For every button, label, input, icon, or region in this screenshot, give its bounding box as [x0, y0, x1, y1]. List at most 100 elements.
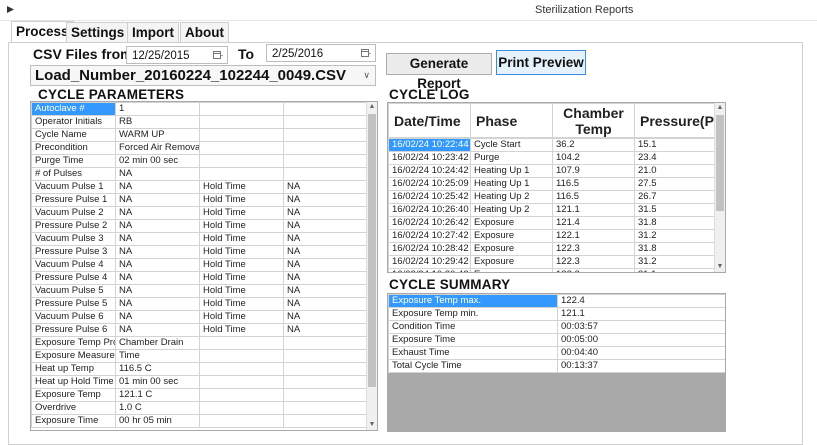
table-cell[interactable]: Exposure	[470, 216, 553, 230]
table-cell[interactable]: 00 hr 05 min	[115, 414, 200, 428]
table-cell[interactable]	[199, 141, 284, 155]
table-cell[interactable]: 107.9	[552, 164, 635, 178]
parameter-row[interactable]: Heat up Hold Time 01 min 00 sec	[31, 375, 369, 389]
table-cell[interactable]: Heat up Hold Time	[31, 375, 116, 389]
table-cell[interactable]: 16/02/24 10:27:42	[388, 229, 471, 243]
table-cell[interactable]: 121.1	[552, 203, 635, 217]
table-cell[interactable]	[283, 167, 369, 181]
table-cell[interactable]: Hold Time	[199, 258, 284, 272]
table-cell[interactable]: Hold Time	[199, 284, 284, 298]
cycle-log-scrollbar[interactable]: ▲ ▼	[714, 103, 725, 272]
table-cell[interactable]: NA	[283, 219, 369, 233]
table-cell[interactable]: Hold Time	[199, 232, 284, 246]
table-cell[interactable]	[199, 401, 284, 415]
table-cell[interactable]: Pressure Pulse 4	[31, 271, 116, 285]
table-cell[interactable]	[199, 115, 284, 129]
table-cell[interactable]	[199, 414, 284, 428]
table-cell[interactable]: Hold Time	[199, 193, 284, 207]
table-cell[interactable]	[283, 401, 369, 415]
table-cell[interactable]: 16/02/24 10:30:42	[388, 268, 471, 272]
tab-process[interactable]: Process	[11, 21, 74, 43]
table-cell[interactable]: Exposure Temp	[31, 388, 116, 402]
table-cell[interactable]: Heating Up 2	[470, 203, 553, 217]
table-cell[interactable]: NA	[283, 310, 369, 324]
parameter-row[interactable]: Pressure Pulse 6 NA Hold Time NA	[31, 323, 369, 337]
table-cell[interactable]: Exposure Temp min.	[388, 307, 558, 321]
log-row[interactable]: 16/02/24 10:25:09 Heating Up 1 116.5 27.5	[388, 177, 717, 191]
table-cell[interactable]: Exposure Temp Pro...	[31, 336, 116, 350]
scroll-down-icon[interactable]: ▼	[367, 420, 377, 430]
table-cell[interactable]: Exposure Time	[31, 414, 116, 428]
table-cell[interactable]: Pressure Pulse 3	[31, 245, 116, 259]
table-cell[interactable]: Purge Time	[31, 154, 116, 168]
table-cell[interactable]: Exhaust Time	[388, 346, 558, 360]
table-cell[interactable]: 1	[115, 102, 200, 116]
table-cell[interactable]: 16/02/24 10:25:42	[388, 190, 471, 204]
table-cell[interactable]	[283, 375, 369, 389]
table-cell[interactable]: Exposure Temp max.	[388, 294, 558, 308]
print-preview-button[interactable]: Print Preview	[496, 50, 586, 75]
table-cell[interactable]: Hold Time	[199, 271, 284, 285]
parameter-row[interactable]: # of Pulses NA	[31, 167, 369, 181]
table-cell[interactable]: Vacuum Pulse 3	[31, 232, 116, 246]
column-header[interactable]: Date/Time	[388, 103, 471, 138]
parameter-row[interactable]: Vacuum Pulse 3 NA Hold Time NA	[31, 232, 369, 246]
table-cell[interactable]: 31.2	[634, 229, 717, 243]
csv-file-dropdown[interactable]: Load_Number_20160224_102244_0049.CSV ∨	[30, 65, 376, 86]
table-cell[interactable]: NA	[283, 206, 369, 220]
table-cell[interactable]: NA	[115, 180, 200, 194]
table-cell[interactable]: NA	[283, 193, 369, 207]
cycle-log-grid[interactable]: Date/Time Phase Chamber Temp Pressure(PS 16…	[387, 102, 726, 273]
table-cell[interactable]: 16/02/24 10:24:42	[388, 164, 471, 178]
table-cell[interactable]: Exposure	[470, 242, 553, 256]
table-cell[interactable]: Vacuum Pulse 1	[31, 180, 116, 194]
table-cell[interactable]: 16/02/24 10:26:42	[388, 216, 471, 230]
table-cell[interactable]: Pressure Pulse 5	[31, 297, 116, 311]
table-cell[interactable]	[283, 128, 369, 142]
table-cell[interactable]: Hold Time	[199, 245, 284, 259]
scroll-up-icon[interactable]: ▲	[715, 103, 725, 113]
log-row[interactable]: 16/02/24 10:26:42 Exposure 121.4 31.8	[388, 216, 717, 230]
parameter-row[interactable]: Exposure Measure Time	[31, 349, 369, 363]
parameter-row[interactable]: Pressure Pulse 1 NA Hold Time NA	[31, 193, 369, 207]
parameter-row[interactable]: Autoclave #1	[31, 102, 369, 116]
table-cell[interactable]: WARM UP	[115, 128, 200, 142]
table-cell[interactable]: 116.5	[552, 177, 635, 191]
table-cell[interactable]	[199, 362, 284, 376]
table-cell[interactable]: NA	[283, 323, 369, 337]
table-cell[interactable]	[283, 141, 369, 155]
table-cell[interactable]: Vacuum Pulse 2	[31, 206, 116, 220]
table-cell[interactable]	[199, 167, 284, 181]
table-cell[interactable]: Time	[115, 349, 200, 363]
table-cell[interactable]: Exposure	[470, 255, 553, 269]
tab-about[interactable]: About	[180, 22, 229, 42]
parameter-row[interactable]: Vacuum Pulse 6 NA Hold Time NA	[31, 310, 369, 324]
summary-row[interactable]: Exposure Temp max. 122.4	[388, 294, 725, 308]
parameter-row[interactable]: Exposure Time 00 hr 05 min	[31, 414, 369, 428]
parameter-row[interactable]: Exposure Temp Pro...Chamber Drain	[31, 336, 369, 350]
log-row[interactable]: 16/02/24 10:30:42Exposure122.231.1	[388, 268, 717, 272]
table-cell[interactable]: NA	[115, 271, 200, 285]
table-cell[interactable]: 36.2	[552, 138, 635, 152]
table-cell[interactable]: NA	[115, 310, 200, 324]
scroll-thumb[interactable]	[368, 114, 376, 387]
parameter-row[interactable]: Vacuum Pulse 5 NA Hold Time NA	[31, 284, 369, 298]
summary-row[interactable]: Exposure Time 00:05:00	[388, 333, 725, 347]
table-cell[interactable]: Exposure Measure	[31, 349, 116, 363]
parameter-row[interactable]: Pressure Pulse 4 NA Hold Time NA	[31, 271, 369, 285]
table-cell[interactable]: RB	[115, 115, 200, 129]
table-cell[interactable]: 27.5	[634, 177, 717, 191]
table-cell[interactable]: 00:04:40	[557, 346, 725, 360]
table-cell[interactable]: Purge	[470, 151, 553, 165]
table-cell[interactable]: 16/02/24 10:25:09	[388, 177, 471, 191]
table-cell[interactable]: 21.0	[634, 164, 717, 178]
table-cell[interactable]: Hold Time	[199, 310, 284, 324]
log-row[interactable]: 16/02/24 10:22:44 Cycle Start 36.2 15.1	[388, 138, 717, 152]
table-cell[interactable]: 121.1 C	[115, 388, 200, 402]
summary-row[interactable]: Exhaust Time 00:04:40	[388, 346, 725, 360]
table-cell[interactable]: NA	[283, 284, 369, 298]
scroll-up-icon[interactable]: ▲	[367, 102, 377, 112]
table-cell[interactable]: 122.1	[552, 229, 635, 243]
table-cell[interactable]: 31.1	[634, 268, 717, 272]
tab-settings[interactable]: Settings	[66, 22, 130, 42]
